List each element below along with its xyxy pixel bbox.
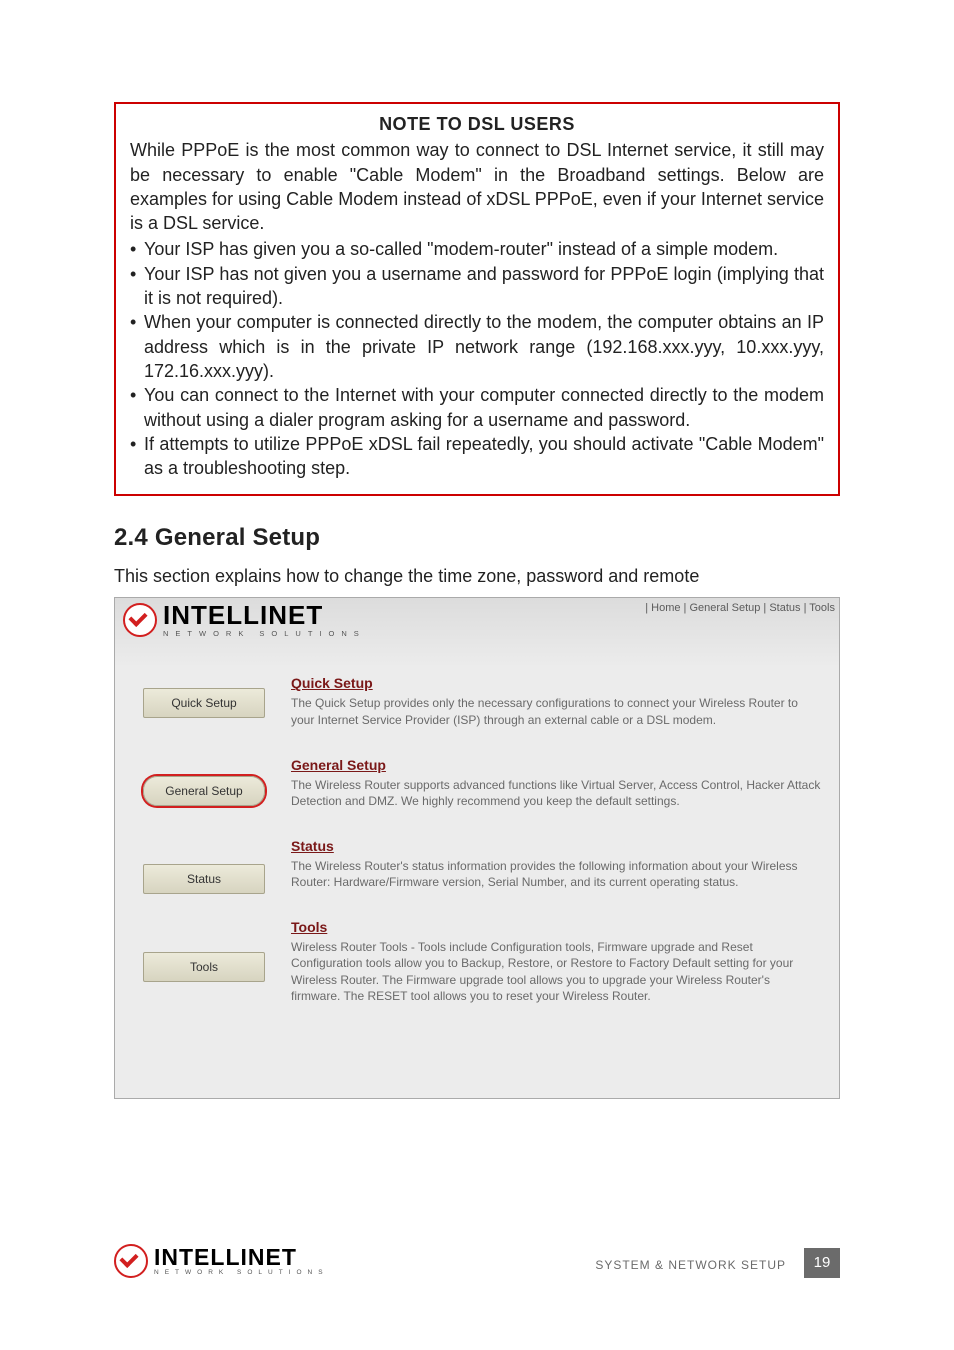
note-bullet: When your computer is connected directly… <box>130 310 824 383</box>
section-subtext: This section explains how to change the … <box>114 566 840 587</box>
content-block-status: Status The Wireless Router's status info… <box>291 837 821 890</box>
section-heading: 2.4 General Setup <box>114 524 840 552</box>
footer-brand-large: INTELLINET <box>154 1246 329 1269</box>
footer-brand-small: NETWORK SOLUTIONS <box>154 1270 329 1277</box>
sidebar-btn-general-setup[interactable]: General Setup <box>143 776 265 806</box>
content-text: The Quick Setup provides only the necess… <box>291 695 821 727</box>
router-sidebar: Quick Setup General Setup Status Tools <box>143 688 273 1040</box>
content-text: The Wireless Router's status information… <box>291 858 821 890</box>
note-bullet: You can connect to the Internet with you… <box>130 383 824 432</box>
sidebar-btn-status[interactable]: Status <box>143 864 265 894</box>
router-ui-screenshot: | Home | General Setup | Status | Tools … <box>114 597 840 1099</box>
content-title[interactable]: Status <box>291 837 821 856</box>
content-text: Wireless Router Tools - Tools include Co… <box>291 939 821 1004</box>
footer-logo: INTELLINET NETWORK SOLUTIONS <box>114 1244 329 1278</box>
checkmark-logo-icon <box>123 603 157 637</box>
router-brand-small: NETWORK SOLUTIONS <box>163 630 366 638</box>
note-intro: While PPPoE is the most common way to co… <box>130 138 824 235</box>
router-logo: INTELLINET NETWORK SOLUTIONS <box>123 602 366 638</box>
sidebar-btn-quick-setup[interactable]: Quick Setup <box>143 688 265 718</box>
content-block-tools: Tools Wireless Router Tools - Tools incl… <box>291 918 821 1004</box>
router-content: Quick Setup The Quick Setup provides onl… <box>291 674 821 1031</box>
router-brand-large: INTELLINET <box>163 602 366 628</box>
footer-page-number: 19 <box>804 1248 840 1278</box>
note-bullet-list: Your ISP has given you a so-called "mode… <box>130 237 824 480</box>
checkmark-logo-icon <box>114 1244 148 1278</box>
note-bullet: Your ISP has not given you a username an… <box>130 262 824 311</box>
content-block-general-setup: General Setup The Wireless Router suppor… <box>291 756 821 809</box>
content-text: The Wireless Router supports advanced fu… <box>291 777 821 809</box>
content-block-quick-setup: Quick Setup The Quick Setup provides onl… <box>291 674 821 727</box>
content-title[interactable]: Tools <box>291 918 821 937</box>
content-title[interactable]: General Setup <box>291 756 821 775</box>
footer-section-label: SYSTEM & NETWORK SETUP <box>595 1258 786 1272</box>
page-footer: INTELLINET NETWORK SOLUTIONS SYSTEM & NE… <box>114 1244 840 1290</box>
router-top-nav[interactable]: | Home | General Setup | Status | Tools <box>645 602 835 614</box>
note-title: NOTE TO DSL USERS <box>130 112 824 136</box>
note-bullet: Your ISP has given you a so-called "mode… <box>130 237 824 261</box>
sidebar-btn-tools[interactable]: Tools <box>143 952 265 982</box>
note-bullet: If attempts to utilize PPPoE xDSL fail r… <box>130 432 824 481</box>
content-title[interactable]: Quick Setup <box>291 674 821 693</box>
note-to-dsl-users-box: NOTE TO DSL USERS While PPPoE is the mos… <box>114 102 840 496</box>
